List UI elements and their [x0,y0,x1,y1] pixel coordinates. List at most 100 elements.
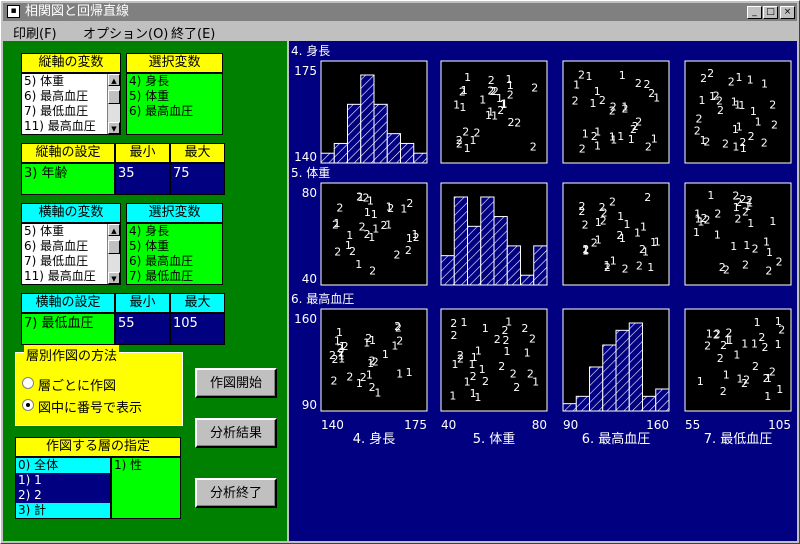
horizontal-vars-list[interactable]: 5) 体重 6) 最高血圧 7) 最低血圧 11) 最高血圧 ▲ ▼ [21,223,121,285]
horizontal-min-input[interactable]: 55 [115,313,170,345]
y-tick-label: 140 [294,150,317,164]
scatter-point: 1 [355,258,362,271]
scatter-point: 2 [521,322,528,335]
scatter-point: 1 [709,90,716,103]
scatter-point: 2 [346,370,353,383]
vertical-vars-header: 縦軸の変数 [21,53,121,73]
menu-exit[interactable]: 終了(E) [171,23,215,42]
radio-number-in-plot-label[interactable]: 図中に番号で表示 [38,397,142,416]
list-item[interactable]: 2) 2 [16,488,110,503]
scatter-point: 1 [628,133,635,146]
list-item[interactable]: 6) 最高血圧 [127,254,222,269]
scatter-point: 1 [338,349,345,362]
histogram-bar [373,103,388,164]
list-item[interactable]: 6) 最高血圧 [22,89,120,104]
scatter-point: 2 [531,81,538,94]
scatter-matrix-panel: 4. 身長 175 140 1 2 1 2 1 2 1 2 1 2 1 2 1 2 1 2 1 2 1 2 1 2 1 2 1 2 1 2 1… [289,41,797,541]
scatter-point: 1 [724,334,731,347]
histogram-bar [615,329,630,412]
x-tick-label: 80 [532,418,547,432]
start-plot-button[interactable]: 作図開始 [195,368,277,398]
scatter-point: 2 [395,321,402,334]
close-button[interactable]: × [780,6,795,19]
scatter-point: 2 [514,117,521,130]
scatter-point: 2 [600,215,607,228]
list-item[interactable]: 7) 最低血圧 [22,104,120,119]
layer-list[interactable]: 0) 全体 1) 1 2) 2 3) 計 [15,457,111,519]
histogram-bar [480,196,495,286]
control-panel: 縦軸の変数 5) 体重 6) 最高血圧 7) 最低血圧 11) 最高血圧 ▲ ▼… [3,41,287,541]
scatter-point: 2 [622,103,629,116]
radio-per-layer[interactable] [22,377,34,389]
minimize-button[interactable]: _ [747,6,762,19]
list-item[interactable]: 11) 最高血圧 [22,269,120,284]
scatter-point: 1 [754,316,761,329]
scatter-point: 2 [616,229,623,242]
scatter-point: 1 [503,345,510,358]
scatter-point: 2 [700,72,707,85]
scatter-point: 1 [610,133,617,146]
scroll-thumb[interactable] [108,90,120,104]
scroll-down-icon[interactable]: ▼ [108,122,120,134]
menu-options[interactable]: オプション(O) [83,23,168,42]
scatter-point: 1 [735,71,742,84]
scroll-thumb[interactable] [108,240,120,254]
list-item[interactable]: 7) 最低血圧 [22,254,120,269]
vertical-selected-list[interactable]: 4) 身長 5) 体重 6) 最高血圧 [126,73,223,135]
x-tick-label: 175 [404,418,427,432]
scroll-down-icon[interactable]: ▼ [108,272,120,284]
menu-print[interactable]: 印刷(F) [13,23,57,42]
y-tick-label: 90 [302,398,317,412]
list-item[interactable]: 4) 身長 [127,74,222,89]
maximize-button[interactable]: □ [763,6,778,19]
scatter-point: 2 [635,77,642,90]
scroll-up-icon[interactable]: ▲ [108,74,120,86]
scatter-point: 1 [733,349,740,362]
scatter-point: 2 [330,375,337,388]
list-item[interactable]: 7) 最低血圧 [127,269,222,284]
list-item[interactable]: 6) 最高血圧 [127,104,222,119]
end-analysis-button[interactable]: 分析終了 [195,478,277,508]
list-item[interactable]: 5) 体重 [127,239,222,254]
vertical-min-input[interactable]: 35 [115,163,170,195]
list-item[interactable]: 11) 最高血圧 [22,119,120,134]
histogram-bar [493,216,508,286]
histogram-bar [413,152,428,164]
list-item[interactable]: 1) 性 [112,458,180,473]
layer-variable[interactable]: 1) 性 [111,457,181,519]
scatter-point: 1 [751,337,758,350]
histogram-bar [533,245,548,286]
scatter-point: 1 [364,206,371,219]
scatter-point: 1 [744,200,751,213]
list-item[interactable]: 0) 全体 [16,458,110,473]
list-item[interactable]: 4) 身長 [127,224,222,239]
vertical-vars-list[interactable]: 5) 体重 6) 最高血圧 7) 最低血圧 11) 最高血圧 ▲ ▼ [21,73,121,135]
list-item[interactable]: 5) 体重 [127,89,222,104]
scatter-point: 1 [747,74,754,87]
vertical-max-input[interactable]: 75 [170,163,225,195]
layer-spec-header: 作図する層の指定 [15,437,181,457]
scatter-point: 2 [703,135,710,148]
analysis-results-button[interactable]: 分析結果 [195,418,277,448]
histogram-bar [347,103,362,164]
vertical-max-header: 最大 [170,143,225,163]
list-item[interactable]: 5) 体重 [22,74,120,89]
scrollbar[interactable]: ▲ ▼ [107,224,120,284]
list-item[interactable]: 3) 計 [16,503,110,518]
list-item[interactable]: 1) 1 [16,473,110,488]
horizontal-selected-list[interactable]: 4) 身長 5) 体重 6) 最高血圧 7) 最低血圧 [126,223,223,285]
horizontal-max-input[interactable]: 105 [170,313,225,345]
radio-per-layer-label[interactable]: 層ごとに作図 [38,375,116,394]
scatter-point: 1 [501,98,508,111]
scatter-point: 1 [714,229,721,242]
scroll-up-icon[interactable]: ▲ [108,224,120,236]
scatter-point: 1 [382,348,389,361]
scatter-point: 1 [640,220,647,233]
scatter-point: 2 [714,328,721,341]
list-item[interactable]: 5) 体重 [22,224,120,239]
scatter-point: 2 [498,360,505,373]
radio-number-in-plot[interactable] [22,399,34,411]
list-item[interactable]: 6) 最高血圧 [22,239,120,254]
scatter-point: 2 [488,74,495,87]
scrollbar[interactable]: ▲ ▼ [107,74,120,134]
